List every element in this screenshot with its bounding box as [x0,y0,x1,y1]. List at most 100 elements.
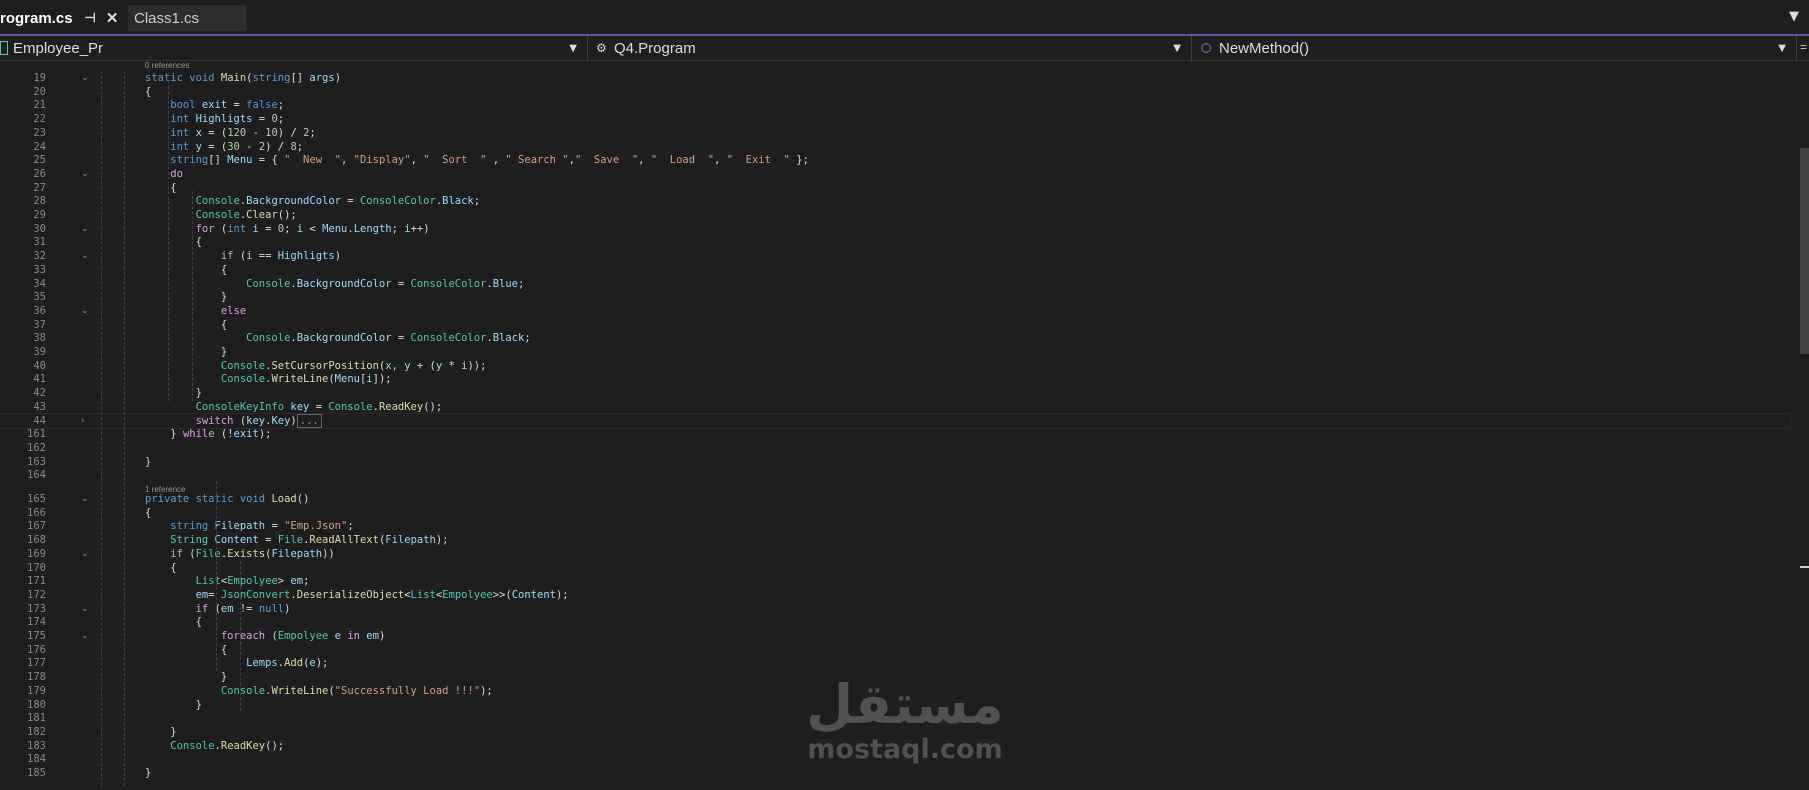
code-token: string [252,72,291,84]
line-number: 31 [33,236,46,249]
fold-collapse-icon[interactable]: ⌄ [81,71,89,85]
code-token: ) [284,602,291,615]
indent-guide [124,71,125,786]
code-line[interactable]: 37 { [0,318,1790,332]
fold-expand-icon[interactable]: › [81,414,85,428]
code-line[interactable]: 176 { [0,643,1790,657]
member-dropdown[interactable]: ⬡ NewMethod() ▼ [1195,36,1797,60]
code-line[interactable]: 165 ⌄ private static void Load() [0,492,1790,506]
line-number: 28 [33,195,46,208]
code-token: ) / [265,140,291,153]
code-token: Load [271,493,297,505]
code-line[interactable]: 175 ⌄ foreach (Empolyee e in em) [0,629,1790,643]
class-dropdown[interactable]: ⚙ Q4.Program ▼ [590,36,1192,60]
code-line[interactable]: 29 Console.Clear(); [0,208,1790,222]
indent-guide [216,481,217,671]
code-line[interactable]: 20 { [0,85,1790,99]
code-token: ) [290,414,297,427]
tab-program-cs[interactable]: rogram.cs ⊣ ✕ [0,5,126,31]
code-line[interactable]: 171 List<Empolyee> em; [0,574,1790,588]
fold-collapse-icon[interactable]: ⌄ [81,629,89,643]
code-lens-references[interactable]: 0 references [145,61,189,71]
code-line[interactable]: 43 ConsoleKeyInfo key = Console.ReadKey(… [0,400,1790,414]
code-line[interactable]: 32 ⌄ if (i == Highligts) [0,249,1790,263]
code-text: if (em != null) [145,602,291,616]
line-number: 166 [27,506,46,519]
code-line[interactable]: 28 Console.BackgroundColor = ConsoleColo… [0,194,1790,208]
code-line[interactable]: 163} [0,455,1790,469]
code-line[interactable]: 30 ⌄ for (int i = 0; i < Menu.Length; i++… [0,222,1790,236]
collapsed-region[interactable]: ... [296,413,322,428]
code-text: { [145,318,227,332]
vertical-scrollbar[interactable] [1800,61,1809,790]
code-line[interactable]: 33 { [0,263,1790,277]
fold-collapse-icon[interactable]: ⌄ [81,249,89,263]
code-line[interactable]: 21 bool exit = false; [0,98,1790,112]
code-line[interactable]: 168 String Content = File.ReadAllText(Fi… [0,533,1790,547]
code-line[interactable]: 39 } [0,345,1790,359]
code-token: int [145,126,196,139]
code-text: string[] Menu = { " New ", "Display", " … [145,153,809,167]
code-text: private static void Load() [145,492,309,506]
scrollbar-thumb[interactable] [1800,148,1809,354]
code-token: Menu [322,222,348,235]
code-token: if [145,547,190,560]
line-number: 176 [27,643,46,656]
code-token: Exists [227,547,266,560]
line-number: 162 [27,441,46,454]
code-line[interactable]: 167 string Filepath = "Emp.Json"; [0,519,1790,533]
code-line[interactable]: 164 [0,468,1790,482]
code-line[interactable]: 177 Lemps.Add(e); [0,656,1790,670]
code-line[interactable]: 170 { [0,561,1790,575]
fold-collapse-icon[interactable]: ⌄ [81,167,89,181]
code-token: Filepath [214,520,266,533]
code-line[interactable]: 22 int Highligts = 0; [0,112,1790,126]
code-line[interactable]: 40 Console.SetCursorPosition(x, y + (y *… [0,359,1790,373]
project-dropdown[interactable]: Employee_Pr ▼ [0,36,588,60]
code-line[interactable]: 35 } [0,290,1790,304]
fold-collapse-icon[interactable]: ⌄ [81,222,89,236]
code-line[interactable]: 42 } [0,386,1790,400]
code-token: string [145,520,215,533]
code-line[interactable]: 19 ⌄ static void Main(string[] args) [0,71,1790,85]
code-line[interactable]: 36 ⌄ else [0,304,1790,318]
code-line[interactable]: 172 em= JsonConvert.DeserializeObject<Li… [0,588,1790,602]
code-line[interactable]: 169 ⌄ if (File.Exists(Filepath)) [0,547,1790,561]
code-text: String Content = File.ReadAllText(Filepa… [145,533,448,547]
code-line[interactable]: 34 Console.BackgroundColor = ConsoleColo… [0,277,1790,291]
pin-icon[interactable]: ⊣ [85,10,96,26]
code-text: do [145,167,183,181]
code-text: } [145,670,227,684]
code-token: static [195,493,240,505]
close-icon[interactable]: ✕ [106,9,119,27]
code-text: { [145,181,176,195]
code-line[interactable]: 162 [0,441,1790,455]
fold-collapse-icon[interactable]: ⌄ [81,547,89,561]
fold-collapse-icon[interactable]: ⌄ [81,304,89,318]
code-line[interactable]: 41 Console.WriteLine(Menu[i]); [0,372,1790,386]
line-number: 164 [27,469,46,482]
code-line[interactable]: 23 int x = (120 - 10) / 2; [0,126,1790,140]
line-number: 179 [27,684,46,697]
indent-guide [101,71,102,786]
code-line[interactable]: 161 } while (!exit); [0,427,1790,441]
fold-collapse-icon[interactable]: ⌄ [81,492,89,506]
code-line[interactable]: 24 int y = (30 - 2) / 8; [0,140,1790,154]
code-line[interactable]: 27 { [0,181,1790,195]
code-token: = ( [201,140,228,153]
code-token: Console [145,359,266,372]
code-line[interactable]: 25 string[] Menu = { " New ", "Display",… [0,153,1790,167]
code-line[interactable]: 173 ⌄ if (em != null) [0,602,1790,616]
code-text: Console.BackgroundColor = ConsoleColor.B… [145,194,481,208]
code-line[interactable]: 38 Console.BackgroundColor = ConsoleColo… [0,331,1790,345]
code-line[interactable]: 174 { [0,615,1790,629]
chevron-down-icon[interactable]: ▼ [1789,9,1799,24]
code-line[interactable]: 44 › switch (key.Key)... [0,412,1791,429]
tab-class1-cs[interactable]: Class1.cs [128,5,246,31]
code-line[interactable]: 31 { [0,235,1790,249]
fold-collapse-icon[interactable]: ⌄ [81,602,89,616]
code-line[interactable]: 166 { [0,506,1790,520]
code-line[interactable]: 26 ⌄ do [0,167,1790,181]
code-text: Console.ReadKey(); [145,739,284,753]
split-icon[interactable]: = [1800,40,1807,54]
